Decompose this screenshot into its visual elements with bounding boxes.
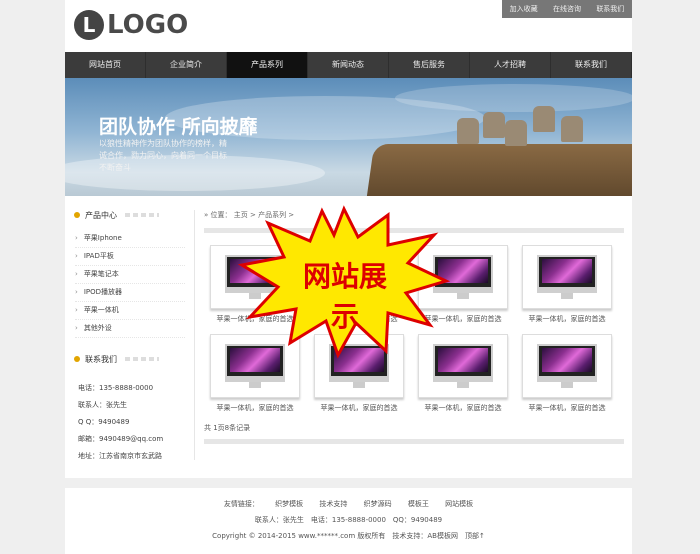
bullet-icon [74,212,80,218]
heading-decoration [125,213,159,217]
footer-link[interactable]: 织梦模板 [275,500,303,508]
logo-mark: L [74,10,104,40]
footer-link[interactable]: 织梦源码 [364,500,392,508]
category-allinone[interactable]: 苹果一体机 [75,302,185,320]
category-ipod[interactable]: IPOD播放器 [75,284,185,302]
logo-text: LOGO [107,10,189,40]
footer-link[interactable]: 技术支持 [319,500,347,508]
nav-news[interactable]: 新闻动态 [308,52,389,78]
imac-icon [537,344,597,388]
nav-about[interactable]: 企业简介 [146,52,227,78]
wolf-figure [561,116,583,142]
product-caption[interactable]: 苹果一体机，家庭的首选 [522,403,612,413]
friend-links-label: 友情链接： [223,500,259,508]
products-heading-label: 产品中心 [85,210,117,220]
add-favorite-link[interactable]: 加入收藏 [510,4,538,14]
nav-home[interactable]: 网站首页 [65,52,146,78]
showcase-starburst: 网站展示 [237,205,451,359]
bullet-icon [74,356,80,362]
footer-divider [65,478,632,488]
contact-info: 电话：135-8888-0000 联系人：张先生 Q Q：9490489 邮箱：… [78,380,191,465]
category-accessories[interactable]: 其他外设 [75,320,185,338]
footer-link[interactable]: 网站模板 [445,500,473,508]
column-divider [194,210,195,460]
product-caption[interactable]: 苹果一体机，家庭的首选 [314,403,404,413]
double-chevron-icon: » [204,211,209,219]
contact-person: 联系人：张先生 [78,401,127,409]
sidebar: 产品中心 苹果Iphone IPAD平板 苹果笔记本 IPOD播放器 苹果一体机… [65,208,191,465]
contact-address: 地址：江苏省南京市玄武路 [78,452,162,460]
product-card[interactable]: 苹果一体机，家庭的首选 [522,334,612,413]
footer: 友情链接： 织梦模板 技术支持 织梦源码 模板王 网站模板 联系人：张先生 电话… [65,496,632,544]
wolf-figure [483,112,505,138]
nav-contact[interactable]: 联系我们 [551,52,632,78]
products-heading: 产品中心 [74,208,191,222]
wolf-figure [457,118,479,144]
contact-us-link[interactable]: 联系我们 [596,4,624,14]
site-logo[interactable]: L LOGO [74,10,188,40]
footer-contact: 联系人：张先生 电话：135-8888-0000 QQ：9490489 [254,516,443,524]
nav-products[interactable]: 产品系列 [227,52,308,78]
wolf-figure [533,106,555,132]
footer-copyright: Copyright © 2014-2015 www.******.com 版权所… [212,532,485,540]
footer-link[interactable]: 模板王 [408,500,429,508]
category-notebook[interactable]: 苹果笔记本 [75,266,185,284]
product-caption[interactable]: 苹果一体机，家庭的首选 [522,314,612,324]
pagination-bar [204,439,624,444]
category-ipad[interactable]: IPAD平板 [75,248,185,266]
imac-icon [537,255,597,299]
main-nav: 网站首页 企业简介 产品系列 新闻动态 售后服务 人才招聘 联系我们 [65,52,632,78]
wolf-figure [505,120,527,146]
top-links: 加入收藏 在线咨询 联系我们 [502,0,632,18]
product-card[interactable]: 苹果一体机，家庭的首选 [522,245,612,324]
banner-subtitle: 以狼性精神作为团队协作的榜样，精诚合作，勠力同心，向着同一个目标不断奋斗 [99,139,227,172]
product-caption[interactable]: 苹果一体机，家庭的首选 [418,403,508,413]
product-image[interactable] [522,245,612,309]
product-caption[interactable]: 苹果一体机，家庭的首选 [210,403,300,413]
contact-email: 邮箱：9490489@qq.com [78,435,164,443]
nav-service[interactable]: 售后服务 [389,52,470,78]
showcase-label: 网站展示 [302,260,387,333]
heading-decoration [125,357,159,361]
friend-links: 友情链接： 织梦模板 技术支持 织梦源码 模板王 网站模板 [65,496,632,512]
banner-title: 团队协作 所向披靡 [99,116,258,138]
pagination-info: 共 1页8条记录 [204,424,251,432]
contact-phone: 电话：135-8888-0000 [78,384,154,392]
contact-heading-label: 联系我们 [85,354,117,364]
hero-banner: 团队协作 所向披靡 以狼性精神作为团队协作的榜样，精诚合作，勠力同心，向着同一个… [65,78,632,196]
online-consult-link[interactable]: 在线咨询 [553,4,581,14]
contact-qq: Q Q：9490489 [78,418,130,426]
nav-jobs[interactable]: 人才招聘 [470,52,551,78]
cliff-rock [365,144,632,196]
category-iphone[interactable]: 苹果Iphone [75,230,185,248]
product-category-list: 苹果Iphone IPAD平板 苹果笔记本 IPOD播放器 苹果一体机 其他外设 [75,230,191,338]
contact-heading: 联系我们 [74,352,191,366]
product-image[interactable] [522,334,612,398]
